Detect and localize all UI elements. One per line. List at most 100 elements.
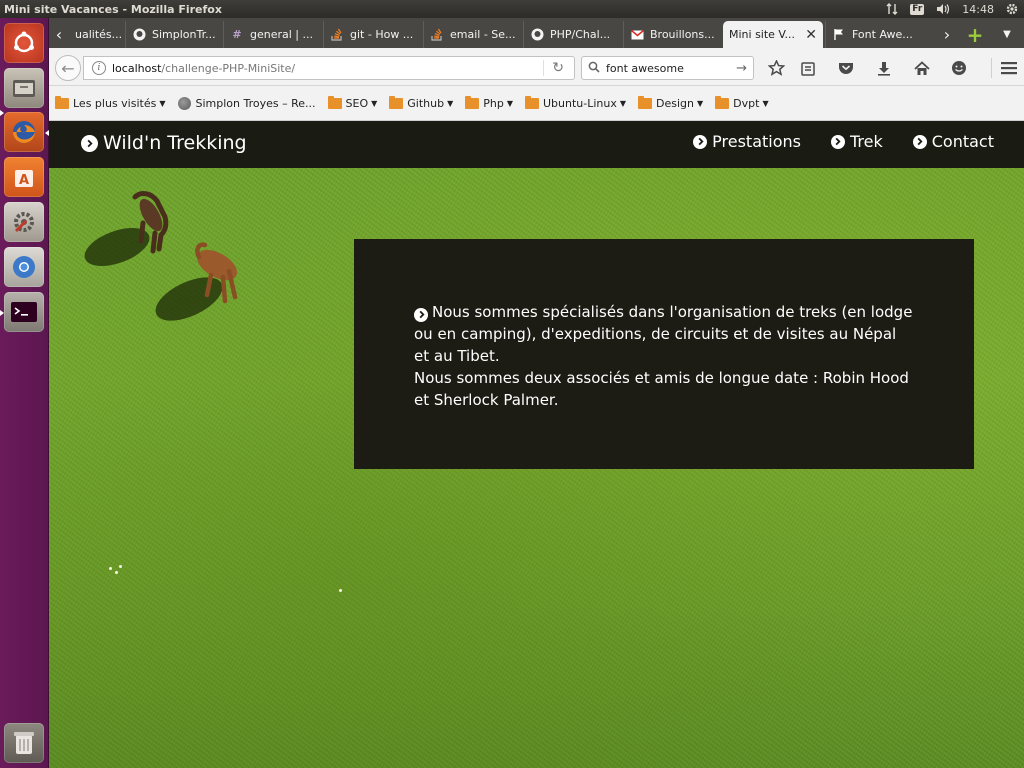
terminal-icon[interactable] — [4, 292, 44, 332]
tab-slack-general[interactable]: # general | ... — [223, 21, 323, 48]
reading-list-icon[interactable] — [797, 58, 819, 78]
chevron-down-icon: ▼ — [762, 99, 769, 108]
search-value: font awesome — [606, 61, 684, 75]
launcher: A — [0, 18, 49, 768]
chromium-icon[interactable] — [4, 247, 44, 287]
chevron-down-icon: ▼ — [371, 99, 378, 108]
trash-icon[interactable] — [4, 723, 44, 763]
bookmark-label: Ubuntu-Linux — [543, 97, 617, 110]
tab-label: SimplonTr... — [152, 28, 216, 41]
bookmark-simplon-troyes[interactable]: Simplon Troyes – Re... — [177, 97, 316, 110]
reload-icon[interactable]: ↻ — [543, 60, 564, 76]
dash-home-icon[interactable] — [4, 23, 44, 63]
tab-strip: ‹ ualités... SimplonTr... # general | ..… — [49, 18, 1024, 48]
bookmark-label: Github — [407, 97, 445, 110]
close-tab-icon[interactable]: ✕ — [805, 27, 817, 43]
menu-item-prestations[interactable]: Prestations — [693, 132, 801, 151]
bookmark-folder-ubuntu-linux[interactable]: Ubuntu-Linux ▼ — [525, 96, 627, 110]
chevron-circle-right-icon — [693, 134, 708, 149]
clock[interactable]: 14:48 — [962, 3, 994, 16]
globe-icon — [177, 97, 191, 110]
folder-icon — [715, 96, 730, 109]
menu-item-label: Contact — [931, 132, 994, 151]
bookmark-most-visited[interactable]: Les plus visités ▼ — [55, 96, 166, 110]
svg-text:A: A — [19, 173, 29, 188]
tab-label: email - Se... — [450, 28, 516, 41]
chevron-down-icon: ▼ — [447, 99, 454, 108]
site-menu: Prestations Trek Contact — [663, 132, 994, 151]
tab-label: Font Awe... — [852, 28, 913, 41]
bookmark-folder-seo[interactable]: SEO ▼ — [327, 96, 378, 110]
tab-scroll-left-icon[interactable]: ‹ — [51, 21, 67, 48]
slack-icon: # — [232, 28, 242, 41]
chevron-down-icon: ▼ — [697, 99, 704, 108]
tab-qualites[interactable]: ualités... — [69, 21, 125, 48]
tab-label: ualités... — [75, 28, 123, 41]
tab-git-stackoverflow[interactable]: git - How ... — [323, 21, 423, 48]
bookmark-folder-dvpt[interactable]: Dvpt ▼ — [715, 96, 769, 110]
github-icon — [530, 28, 544, 42]
firefox-icon[interactable] — [4, 112, 44, 152]
tab-label: git - How ... — [350, 28, 414, 41]
tab-email-stackoverflow[interactable]: email - Se... — [423, 21, 523, 48]
site-navbar: Wild'n Trekking Prestations Trek Contact — [49, 121, 1024, 168]
pocket-icon[interactable] — [835, 58, 857, 78]
chevron-circle-right-icon — [912, 134, 927, 149]
tab-php-challenge-github[interactable]: PHP/Chal... — [523, 21, 623, 48]
top-panel: Mini site Vacances - Mozilla Firefox Fr … — [0, 0, 1024, 18]
back-button[interactable]: ← — [55, 55, 81, 81]
tab-gmail-brouillons[interactable]: Brouillons... — [623, 21, 723, 48]
chevron-down-icon: ▼ — [619, 99, 627, 108]
bookmark-folder-github[interactable]: Github ▼ — [389, 96, 454, 110]
menu-item-contact[interactable]: Contact — [912, 132, 994, 151]
window-title: Mini site Vacances - Mozilla Firefox — [4, 2, 222, 16]
bookmark-folder-php[interactable]: Php ▼ — [465, 96, 513, 110]
navigation-toolbar: ← i localhost/challenge-PHP-MiniSite/ ↻ … — [49, 48, 1024, 86]
folder-icon — [55, 96, 69, 109]
url-bar[interactable]: i localhost/challenge-PHP-MiniSite/ ↻ — [83, 56, 575, 80]
chevron-circle-right-icon — [830, 134, 845, 149]
bookmark-label: Dvpt — [733, 97, 760, 110]
intro-paragraph: Nous sommes spécialisés dans l'organisat… — [414, 301, 916, 367]
bookmark-label: Les plus visités — [73, 97, 157, 110]
site-brand-link[interactable]: Wild'n Trekking — [81, 132, 247, 154]
intro-box: Nous sommes spécialisés dans l'organisat… — [354, 239, 974, 469]
volume-icon[interactable] — [936, 3, 950, 15]
gmail-icon — [630, 28, 644, 42]
software-center-icon[interactable]: A — [4, 157, 44, 197]
tab-list-dropdown-icon[interactable]: ▼ — [999, 21, 1015, 48]
menu-hamburger-icon[interactable] — [991, 58, 1019, 78]
chevron-down-icon: ▼ — [159, 99, 166, 108]
browser-window: ‹ ualités... SimplonTr... # general | ..… — [49, 18, 1024, 768]
stackoverflow-icon — [330, 28, 344, 42]
files-icon[interactable] — [4, 68, 44, 108]
downloads-icon[interactable] — [873, 58, 895, 78]
folder-icon — [465, 96, 480, 109]
home-icon[interactable] — [911, 58, 933, 78]
gear-icon[interactable] — [1006, 3, 1018, 15]
network-icon[interactable] — [886, 3, 898, 15]
tab-mini-site-vacances[interactable]: Mini site V... ✕ — [723, 21, 823, 48]
tab-simplon-github[interactable]: SimplonTr... — [125, 21, 223, 48]
keyboard-layout-indicator[interactable]: Fr — [910, 3, 925, 15]
menu-item-trek[interactable]: Trek — [830, 132, 883, 151]
new-tab-icon[interactable]: + — [967, 21, 984, 48]
tab-label: general | ... — [250, 28, 313, 41]
github-icon — [132, 28, 146, 42]
tab-label: PHP/Chal... — [550, 28, 611, 41]
hello-icon[interactable] — [948, 58, 970, 78]
tab-label: Brouillons... — [650, 28, 715, 41]
tab-scroll-right-icon[interactable]: › — [939, 21, 955, 48]
site-info-icon[interactable]: i — [92, 61, 106, 75]
bookmark-star-icon[interactable] — [765, 58, 787, 78]
folder-icon — [327, 96, 342, 109]
bookmark-label: Php — [483, 97, 504, 110]
bookmark-folder-design[interactable]: Design ▼ — [638, 96, 704, 110]
system-settings-icon[interactable] — [4, 202, 44, 242]
intro-text-1: Nous sommes spécialisés dans l'organisat… — [414, 303, 913, 365]
bookmark-label: Simplon Troyes – Re... — [195, 97, 316, 110]
tab-font-awesome[interactable]: Font Awe... — [825, 21, 925, 48]
chevron-circle-right-icon — [81, 134, 98, 152]
search-go-icon[interactable]: → — [736, 61, 747, 76]
search-input[interactable]: font awesome → — [581, 56, 754, 80]
